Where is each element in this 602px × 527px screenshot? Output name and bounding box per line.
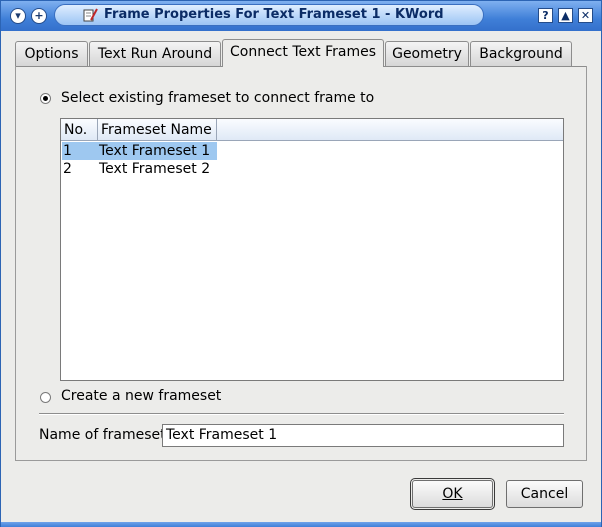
column-header-no[interactable]: No. (61, 119, 98, 141)
tab-connect-text-frames[interactable]: Connect Text Frames (222, 39, 384, 67)
list-item-number: 1 (63, 143, 72, 159)
list-item[interactable]: 1 Text Frameset 1 (62, 142, 217, 160)
title-bar[interactable]: ▾ + Frame Properties For Text Frameset 1… (1, 1, 601, 31)
list-item-number: 2 (63, 161, 72, 177)
list-item[interactable]: 2 Text Frameset 2 (62, 160, 217, 178)
list-item-name: Text Frameset 1 (99, 143, 211, 159)
tab-options[interactable]: Options (15, 41, 88, 66)
chevron-down-icon[interactable]: ▾ (10, 8, 26, 24)
window-title: Frame Properties For Text Frameset 1 - K… (104, 7, 444, 22)
tab-text-run-around[interactable]: Text Run Around (89, 41, 221, 66)
window-bottom-border (1, 522, 601, 527)
ok-button[interactable]: OK (410, 478, 495, 510)
frameset-list[interactable]: No. Frameset Name 1 Text Frameset 1 2 Te… (60, 118, 564, 381)
frameset-name-label: Name of frameset: (39, 427, 171, 443)
close-icon[interactable]: ✕ (578, 8, 593, 23)
frameset-name-field[interactable]: Text Frameset 1 (162, 424, 564, 447)
existing-frameset-radio[interactable] (40, 93, 51, 104)
cancel-button-label: Cancel (520, 486, 569, 502)
dialog-window: ▾ + Frame Properties For Text Frameset 1… (0, 0, 602, 527)
tab-geometry[interactable]: Geometry (385, 41, 469, 66)
tab-background[interactable]: Background (470, 41, 572, 66)
kword-app-icon (83, 8, 98, 22)
new-frameset-radio[interactable] (40, 392, 51, 403)
column-header-frameset-name[interactable]: Frameset Name (98, 119, 217, 141)
divider (39, 413, 564, 415)
existing-frameset-label[interactable]: Select existing frameset to connect fram… (61, 90, 374, 106)
plus-icon[interactable]: + (31, 8, 47, 24)
column-header-filler (217, 119, 563, 141)
list-item-name: Text Frameset 2 (99, 161, 211, 177)
cancel-button[interactable]: Cancel (506, 480, 583, 508)
new-frameset-label[interactable]: Create a new frameset (61, 388, 221, 404)
shade-icon[interactable]: ▲ (558, 8, 573, 23)
help-icon[interactable]: ? (538, 8, 553, 23)
ok-button-label: OK (442, 486, 463, 502)
